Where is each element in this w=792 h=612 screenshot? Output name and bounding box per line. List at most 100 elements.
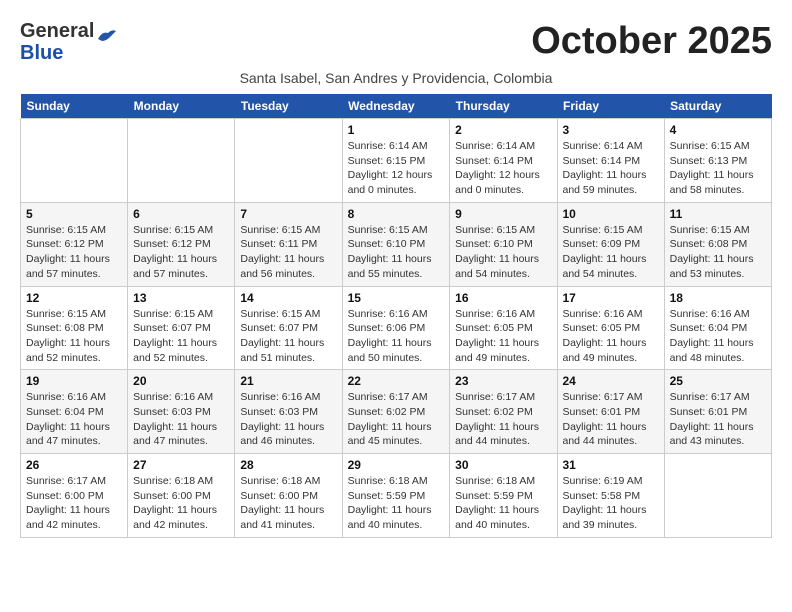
sunrise-text: Sunrise: 6:15 AM: [26, 307, 122, 322]
day-cell-4-1: 27Sunrise: 6:18 AMSunset: 6:00 PMDayligh…: [128, 454, 235, 538]
week-row-4: 19Sunrise: 6:16 AMSunset: 6:04 PMDayligh…: [21, 370, 772, 454]
header-friday: Friday: [557, 94, 664, 119]
sunrise-text: Sunrise: 6:16 AM: [348, 307, 445, 322]
month-title: October 2025: [531, 20, 772, 63]
day-info: Sunrise: 6:15 AMSunset: 6:10 PMDaylight:…: [455, 223, 551, 282]
day-info: Sunrise: 6:16 AMSunset: 6:05 PMDaylight:…: [563, 307, 659, 366]
sunrise-text: Sunrise: 6:17 AM: [670, 390, 766, 405]
day-cell-4-4: 30 Sunrise: 6:18 AMSunset: 5:59 PMDayligh…: [450, 454, 557, 538]
daylight-text: Daylight: 11 hours and 44 minutes.: [455, 420, 551, 449]
sunrise-text: Sunrise: 6:16 AM: [240, 390, 336, 405]
header-thursday: Thursday: [450, 94, 557, 119]
weekday-header-row: Sunday Monday Tuesday Wednesday Thursday…: [21, 94, 772, 119]
sunrise-text: Sunrise: 6:19 AM: [563, 474, 659, 489]
calendar-table: Sunday Monday Tuesday Wednesday Thursday…: [20, 94, 772, 538]
day-number: 11: [670, 207, 766, 221]
daylight-text: Daylight: 11 hours and 49 minutes.: [455, 336, 551, 365]
sunset-text: Sunset: 6:05 PM: [455, 321, 551, 336]
sunset-text: Sunset: 6:03 PM: [133, 405, 229, 420]
day-info: Sunrise: 6:17 AMSunset: 6:02 PMDaylight:…: [455, 390, 551, 449]
header-tuesday: Tuesday: [235, 94, 342, 119]
sunrise-text: Sunrise: 6:15 AM: [670, 223, 766, 238]
day-info: Sunrise: 6:14 AMSunset: 6:15 PMDaylight:…: [348, 139, 445, 198]
day-cell-3-2: 21Sunrise: 6:16 AMSunset: 6:03 PMDayligh…: [235, 370, 342, 454]
day-cell-2-6: 18Sunrise: 6:16 AMSunset: 6:04 PMDayligh…: [664, 286, 771, 370]
sunrise-text: Sunrise: 6:17 AM: [455, 390, 551, 405]
day-info: Sunrise: 6:18 AMSunset: 5:59 PMDaylight:…: [455, 474, 551, 533]
sunset-text: Sunset: 6:10 PM: [348, 237, 445, 252]
daylight-text: Daylight: 12 hours and 0 minutes.: [455, 168, 551, 197]
sunrise-text: Sunrise: 6:15 AM: [240, 223, 336, 238]
day-cell-4-2: 28Sunrise: 6:18 AMSunset: 6:00 PMDayligh…: [235, 454, 342, 538]
sunset-text: Sunset: 6:07 PM: [133, 321, 229, 336]
sunrise-text: Sunrise: 6:17 AM: [348, 390, 445, 405]
day-info: Sunrise: 6:15 AMSunset: 6:10 PMDaylight:…: [348, 223, 445, 282]
day-number: 29: [348, 458, 445, 472]
day-number: 10: [563, 207, 659, 221]
day-number: 30: [455, 458, 551, 472]
sunset-text: Sunset: 6:13 PM: [670, 154, 766, 169]
daylight-text: Daylight: 11 hours and 40 minutes.: [455, 503, 551, 532]
day-info: Sunrise: 6:15 AMSunset: 6:07 PMDaylight:…: [240, 307, 336, 366]
daylight-text: Daylight: 11 hours and 54 minutes.: [455, 252, 551, 281]
day-info: Sunrise: 6:17 AMSunset: 6:02 PMDaylight:…: [348, 390, 445, 449]
day-number: 9: [455, 207, 551, 221]
header-sunday: Sunday: [21, 94, 128, 119]
daylight-text: Daylight: 11 hours and 46 minutes.: [240, 420, 336, 449]
day-cell-1-4: 9 Sunrise: 6:15 AMSunset: 6:10 PMDaylight…: [450, 202, 557, 286]
sunrise-text: Sunrise: 6:15 AM: [133, 223, 229, 238]
sunrise-text: Sunrise: 6:14 AM: [348, 139, 445, 154]
daylight-text: Daylight: 11 hours and 40 minutes.: [348, 503, 445, 532]
day-number: 2: [455, 123, 551, 137]
day-number: 7: [240, 207, 336, 221]
logo: General Blue: [20, 20, 118, 64]
sunrise-text: Sunrise: 6:18 AM: [455, 474, 551, 489]
daylight-text: Daylight: 11 hours and 42 minutes.: [133, 503, 229, 532]
sunset-text: Sunset: 6:12 PM: [133, 237, 229, 252]
daylight-text: Daylight: 11 hours and 45 minutes.: [348, 420, 445, 449]
day-number: 17: [563, 291, 659, 305]
header-monday: Monday: [128, 94, 235, 119]
day-cell-0-5: 3Sunrise: 6:14 AMSunset: 6:14 PMDaylight…: [557, 119, 664, 203]
daylight-text: Daylight: 12 hours and 0 minutes.: [348, 168, 445, 197]
sunset-text: Sunset: 6:07 PM: [240, 321, 336, 336]
day-number: 16: [455, 291, 551, 305]
day-number: 15: [348, 291, 445, 305]
day-info: Sunrise: 6:16 AMSunset: 6:03 PMDaylight:…: [240, 390, 336, 449]
day-cell-2-3: 15Sunrise: 6:16 AMSunset: 6:06 PMDayligh…: [342, 286, 450, 370]
daylight-text: Daylight: 11 hours and 52 minutes.: [26, 336, 122, 365]
daylight-text: Daylight: 11 hours and 56 minutes.: [240, 252, 336, 281]
day-cell-1-3: 8Sunrise: 6:15 AMSunset: 6:10 PMDaylight…: [342, 202, 450, 286]
sunrise-text: Sunrise: 6:15 AM: [240, 307, 336, 322]
day-info: Sunrise: 6:19 AMSunset: 5:58 PMDaylight:…: [563, 474, 659, 533]
day-info: Sunrise: 6:15 AMSunset: 6:13 PMDaylight:…: [670, 139, 766, 198]
day-cell-2-2: 14Sunrise: 6:15 AMSunset: 6:07 PMDayligh…: [235, 286, 342, 370]
day-info: Sunrise: 6:17 AMSunset: 6:01 PMDaylight:…: [670, 390, 766, 449]
sunrise-text: Sunrise: 6:18 AM: [240, 474, 336, 489]
day-info: Sunrise: 6:15 AMSunset: 6:08 PMDaylight:…: [670, 223, 766, 282]
daylight-text: Daylight: 11 hours and 47 minutes.: [26, 420, 122, 449]
week-row-3: 12Sunrise: 6:15 AMSunset: 6:08 PMDayligh…: [21, 286, 772, 370]
sunrise-text: Sunrise: 6:16 AM: [670, 307, 766, 322]
day-info: Sunrise: 6:16 AMSunset: 6:03 PMDaylight:…: [133, 390, 229, 449]
sunset-text: Sunset: 6:08 PM: [670, 237, 766, 252]
day-info: Sunrise: 6:16 AMSunset: 6:04 PMDaylight:…: [670, 307, 766, 366]
sunset-text: Sunset: 6:06 PM: [348, 321, 445, 336]
daylight-text: Daylight: 11 hours and 39 minutes.: [563, 503, 659, 532]
day-number: 3: [563, 123, 659, 137]
sunset-text: Sunset: 5:58 PM: [563, 489, 659, 504]
day-number: 4: [670, 123, 766, 137]
sunset-text: Sunset: 6:12 PM: [26, 237, 122, 252]
day-number: 12: [26, 291, 122, 305]
day-number: 13: [133, 291, 229, 305]
day-number: 22: [348, 374, 445, 388]
sunset-text: Sunset: 6:00 PM: [26, 489, 122, 504]
week-row-2: 5Sunrise: 6:15 AMSunset: 6:12 PMDaylight…: [21, 202, 772, 286]
sunrise-text: Sunrise: 6:15 AM: [455, 223, 551, 238]
sunrise-text: Sunrise: 6:14 AM: [563, 139, 659, 154]
sunrise-text: Sunrise: 6:17 AM: [26, 474, 122, 489]
sunset-text: Sunset: 6:01 PM: [670, 405, 766, 420]
sunset-text: Sunset: 6:04 PM: [26, 405, 122, 420]
day-cell-0-3: 1Sunrise: 6:14 AMSunset: 6:15 PMDaylight…: [342, 119, 450, 203]
daylight-text: Daylight: 11 hours and 59 minutes.: [563, 168, 659, 197]
